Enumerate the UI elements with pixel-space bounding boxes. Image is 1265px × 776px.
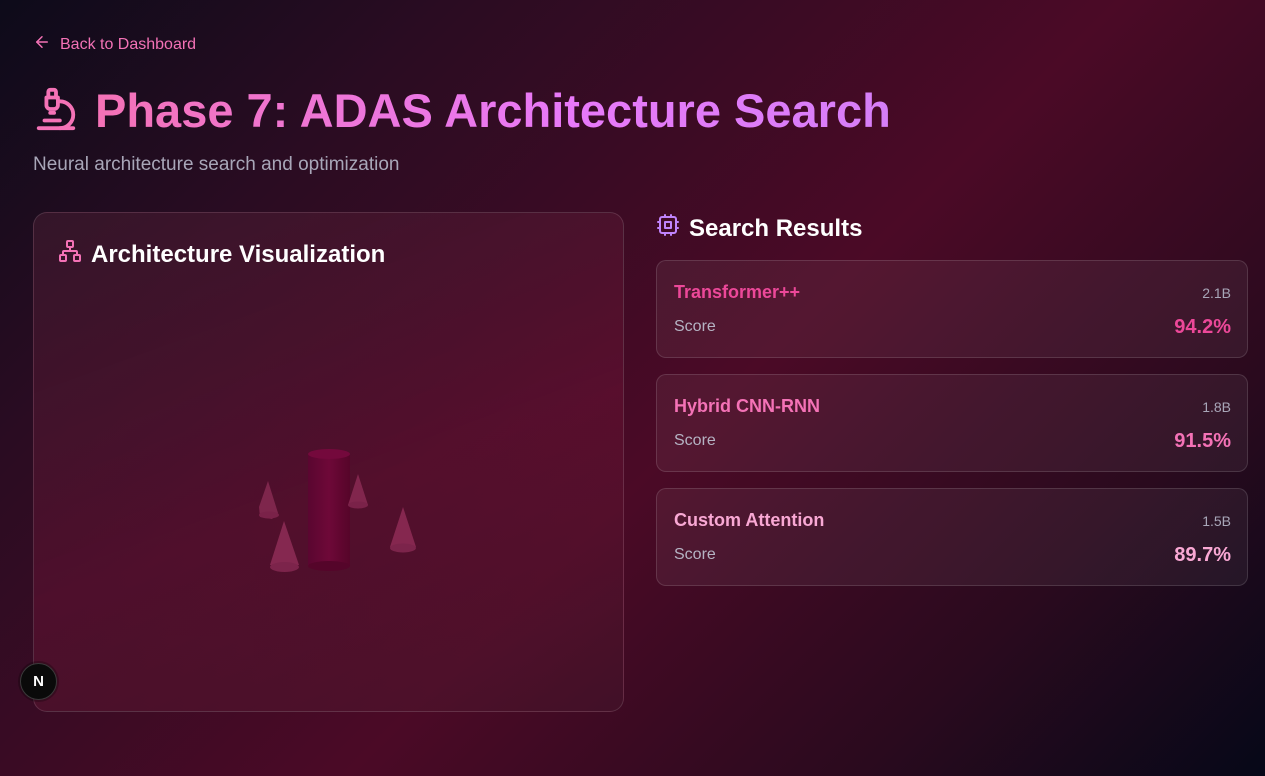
cone-shape [259,481,279,519]
cone-shape [270,521,299,572]
result-name: Custom Attention [674,510,825,530]
result-params: 1.8B [1202,399,1231,415]
cylinder-shape [308,449,350,571]
visualization-heading: Architecture Visualization [58,239,385,270]
search-results-heading: Search Results [656,213,862,244]
search-results-title: Search Results [689,214,863,242]
architecture-visualization-card: Architecture Visualization [33,212,624,712]
result-card-transformer[interactable]: Transformer++ 2.1B Score 94.2% [656,260,1248,358]
microscope-icon [33,84,79,139]
result-card-custom-attention[interactable]: Custom Attention 1.5B Score 89.7% [656,488,1248,586]
result-name: Hybrid CNN-RNN [674,396,820,416]
cone-shape [348,474,368,509]
architecture-3d-scene[interactable] [34,213,625,713]
result-name: Transformer++ [674,282,801,302]
result-card-hybrid-cnn-rnn[interactable]: Hybrid CNN-RNN 1.8B Score 91.5% [656,374,1248,472]
nextjs-badge-button[interactable]: N [20,663,57,700]
score-label: Score [674,546,716,563]
score-value: 91.5% [1174,430,1231,452]
score-label: Score [674,432,716,449]
result-params: 2.1B [1202,285,1231,301]
score-value: 94.2% [1174,316,1231,338]
cone-shape [390,507,416,553]
network-icon [58,239,82,270]
page-subtitle: Neural architecture search and optimizat… [33,154,400,175]
page-title: Phase 7: ADAS Architecture Search [95,82,891,140]
score-value: 89.7% [1174,544,1231,566]
visualization-title: Architecture Visualization [91,240,386,268]
page-header: Phase 7: ADAS Architecture Search [33,82,891,140]
back-link-label: Back to Dashboard [60,35,197,53]
cpu-icon [656,213,680,244]
back-to-dashboard-link[interactable]: Back to Dashboard [33,33,196,56]
result-params: 1.5B [1202,513,1231,529]
arrow-left-icon [33,33,51,56]
badge-label: N [33,673,44,690]
score-label: Score [674,318,716,335]
